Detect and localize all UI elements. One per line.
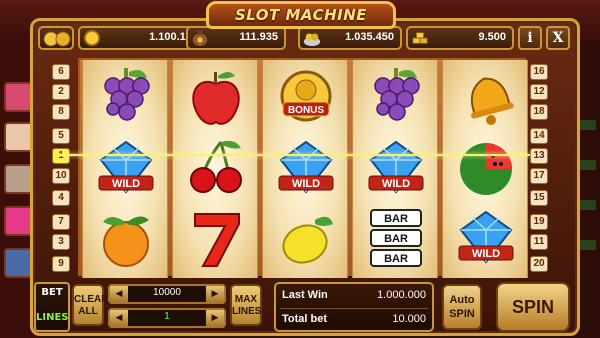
balance-pile: 1.035.450 bbox=[298, 26, 402, 50]
coin-link-icon bbox=[43, 31, 71, 47]
balance-value: 9.500 bbox=[478, 31, 506, 43]
bar-label: BAR bbox=[384, 213, 408, 225]
line-number[interactable]: 7 bbox=[52, 214, 70, 230]
line-number[interactable]: 11 bbox=[530, 234, 548, 250]
line-number[interactable]: 8 bbox=[52, 104, 70, 120]
line-number[interactable]: 6 bbox=[52, 64, 70, 80]
line-number[interactable]: 12 bbox=[530, 84, 548, 100]
triple-bar-icon: BAR BAR BAR bbox=[370, 209, 422, 267]
line-number[interactable]: 13 bbox=[530, 148, 548, 164]
payline-1 bbox=[60, 154, 530, 156]
bet-decrease-button[interactable]: ◀ bbox=[110, 286, 128, 302]
seven-icon bbox=[194, 213, 240, 267]
bonus-coins-icon: BONUS bbox=[280, 70, 332, 122]
total-bet-value: 10.000 bbox=[392, 313, 426, 325]
control-panel: BET LINES CLEAR ALL ◀ 10000 ▶ ◀ 1 ▶ MAX … bbox=[30, 280, 580, 336]
bet-stepper: ◀ 10000 ▶ bbox=[108, 284, 226, 304]
lines-label: LINES bbox=[36, 312, 69, 323]
orange-icon bbox=[103, 216, 149, 267]
diamond-wild-icon: WILD bbox=[98, 140, 154, 194]
line-number[interactable]: 18 bbox=[530, 104, 548, 120]
lemon-icon bbox=[282, 216, 333, 264]
line-number[interactable]: 15 bbox=[530, 190, 548, 206]
wild-label: WILD bbox=[292, 178, 320, 190]
bet-label: BET bbox=[41, 287, 63, 298]
info-button[interactable]: i bbox=[518, 26, 542, 50]
wild-label: WILD bbox=[382, 178, 410, 190]
lines-stepper: ◀ 1 ▶ bbox=[108, 308, 226, 328]
reel-4: WILD BAR BAR BAR bbox=[352, 60, 438, 278]
bar-label: BAR bbox=[384, 253, 408, 265]
diamond-wild-icon: WILD bbox=[368, 140, 424, 194]
reel-3: BONUS WILD bbox=[262, 60, 348, 278]
page-title: SLOT MACHINE bbox=[234, 6, 368, 24]
last-win-value: 1.000.000 bbox=[377, 289, 426, 301]
balances-row: 1.100.144 111.935 1.035.450 9.500 i X bbox=[38, 26, 574, 52]
balance-gold: 9.500 bbox=[406, 26, 514, 50]
lines-increase-button[interactable]: ▶ bbox=[206, 310, 224, 326]
spin-button[interactable]: SPIN bbox=[496, 282, 570, 332]
wild-label: WILD bbox=[112, 178, 140, 190]
line-number[interactable]: 3 bbox=[52, 234, 70, 250]
grapes-icon bbox=[104, 68, 150, 121]
clear-all-button[interactable]: CLEAR ALL bbox=[72, 284, 108, 326]
win-display: Last Win 1.000.000 Total bet 10.000 bbox=[274, 282, 434, 332]
reel-5: WILD bbox=[442, 60, 528, 278]
line-number[interactable]: 20 bbox=[530, 256, 548, 272]
balance-value: 111.935 bbox=[239, 31, 278, 43]
bonus-label: BONUS bbox=[288, 105, 324, 116]
last-win-label: Last Win bbox=[282, 289, 328, 301]
total-bet-label: Total bet bbox=[282, 313, 328, 325]
cherries-icon bbox=[190, 140, 242, 193]
bet-increase-button[interactable]: ▶ bbox=[206, 286, 224, 302]
line-number[interactable]: 1 bbox=[52, 148, 70, 164]
coin-icon bbox=[83, 29, 101, 47]
auto-spin-button[interactable]: Auto SPIN bbox=[442, 284, 482, 330]
line-number[interactable]: 2 bbox=[52, 84, 70, 100]
line-number[interactable]: 5 bbox=[52, 128, 70, 144]
reel-2 bbox=[172, 60, 258, 278]
lines-value: 1 bbox=[164, 311, 170, 322]
coin-pile-icon bbox=[303, 33, 321, 47]
grapes-icon bbox=[374, 68, 420, 121]
apple-icon bbox=[192, 72, 240, 125]
line-number[interactable]: 10 bbox=[52, 168, 70, 184]
max-lines-button[interactable]: MAX LINES bbox=[230, 284, 262, 326]
line-number[interactable]: 14 bbox=[530, 128, 548, 144]
gold-bars-icon bbox=[412, 32, 428, 44]
close-button[interactable]: X bbox=[546, 26, 570, 50]
bet-lines-label: BET LINES bbox=[34, 282, 70, 332]
line-number[interactable]: 9 bbox=[52, 256, 70, 272]
bell-icon bbox=[470, 77, 514, 125]
line-number[interactable]: 17 bbox=[530, 168, 548, 184]
title-banner: SLOT MACHINE bbox=[206, 1, 396, 29]
line-number[interactable]: 19 bbox=[530, 214, 548, 230]
line-number[interactable]: 4 bbox=[52, 190, 70, 206]
line-number[interactable]: 16 bbox=[530, 64, 548, 80]
bar-label: BAR bbox=[384, 233, 408, 245]
balance-value: 1.035.450 bbox=[345, 31, 394, 43]
lines-decrease-button[interactable]: ◀ bbox=[110, 310, 128, 326]
reel-area: WILD BONUS WILD WILD BAR BAR BAR WILD bbox=[78, 58, 528, 278]
bet-value: 10000 bbox=[153, 287, 181, 298]
diamond-wild-icon: WILD bbox=[278, 140, 334, 194]
watermelon-icon bbox=[460, 143, 512, 195]
diamond-wild-icon: WILD bbox=[458, 210, 514, 264]
link-coins-button[interactable] bbox=[38, 26, 74, 50]
reel-1: WILD bbox=[82, 60, 168, 278]
coin-sack-icon bbox=[192, 30, 208, 47]
wild-label: WILD bbox=[472, 248, 500, 260]
balance-sack: 111.935 bbox=[186, 26, 286, 50]
